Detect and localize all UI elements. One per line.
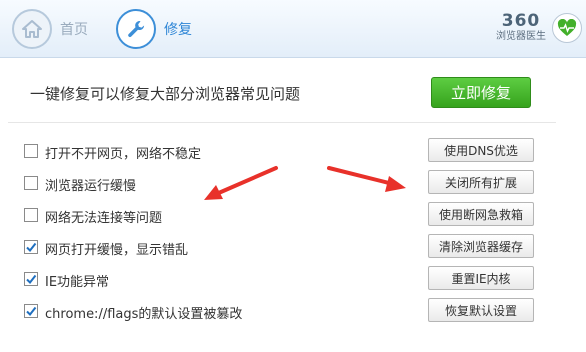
issue-label: IE功能异常 — [45, 275, 110, 290]
checkmark-icon — [26, 242, 37, 253]
issue-checkbox[interactable] — [24, 272, 38, 286]
issue-checkbox[interactable] — [24, 176, 38, 190]
issue-row: chrome://flags的默认设置被篡改 恢复默认设置 — [0, 298, 586, 324]
reset-ie-button[interactable]: 重置IE内核 — [428, 266, 534, 290]
issue-row: 网络无法连接等问题 使用断网急救箱 — [0, 202, 586, 228]
restore-defaults-button[interactable]: 恢复默认设置 — [428, 298, 534, 322]
brand-number: 360 — [501, 11, 541, 31]
issue-label: 网页打开缓慢，显示错乱 — [45, 243, 189, 258]
issue-checkbox[interactable] — [24, 144, 38, 158]
issue-checkbox[interactable] — [24, 240, 38, 254]
wrench-icon — [116, 9, 156, 49]
issue-row: 浏览器运行缓慢 关闭所有扩展 — [0, 170, 586, 196]
checkmark-icon — [26, 274, 37, 285]
tab-repair[interactable]: 修复 — [116, 0, 192, 58]
red-arrow-left — [204, 166, 278, 200]
tab-home-label: 首页 — [60, 22, 88, 38]
network-rescue-button[interactable]: 使用断网急救箱 — [428, 202, 534, 226]
home-icon — [12, 9, 52, 49]
issue-row: IE功能异常 重置IE内核 — [0, 266, 586, 292]
issue-row: 网页打开缓慢，显示错乱 清除浏览器缓存 — [0, 234, 586, 260]
page-headline: 一键修复可以修复大部分浏览器常见问题 — [30, 85, 301, 103]
red-arrow-right — [327, 166, 406, 192]
use-dns-button[interactable]: 使用DNS优选 — [428, 138, 534, 162]
issue-checkbox[interactable] — [24, 208, 38, 222]
brand-subtitle: 浏览器医生 — [496, 31, 546, 42]
divider — [8, 122, 556, 123]
issue-checkbox[interactable] — [24, 304, 38, 318]
issue-label: chrome://flags的默认设置被篡改 — [45, 307, 243, 322]
brand-logo-area: 360 浏览器医生 — [496, 12, 582, 44]
top-navigation-bar: 首页 修复 360 浏览器医生 — [0, 0, 586, 58]
checkmark-icon — [26, 306, 37, 317]
issue-label: 打开不开网页，网络不稳定 — [45, 147, 202, 162]
tab-home[interactable]: 首页 — [12, 0, 88, 58]
tab-repair-label: 修复 — [164, 22, 192, 38]
disable-extensions-button[interactable]: 关闭所有扩展 — [428, 170, 534, 194]
issue-row: 打开不开网页，网络不稳定 使用DNS优选 — [0, 138, 586, 164]
issue-label: 网络无法连接等问题 — [45, 211, 163, 226]
heart-pulse-icon — [552, 13, 582, 43]
repair-now-button[interactable]: 立即修复 — [431, 77, 531, 108]
issue-label: 浏览器运行缓慢 — [45, 179, 137, 194]
clear-cache-button[interactable]: 清除浏览器缓存 — [428, 234, 534, 258]
